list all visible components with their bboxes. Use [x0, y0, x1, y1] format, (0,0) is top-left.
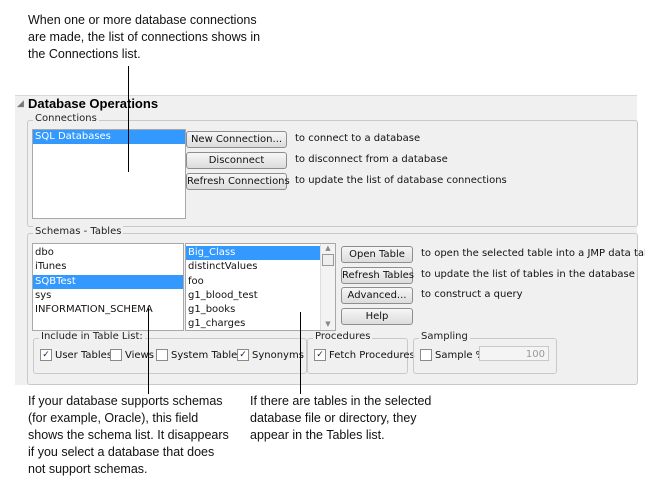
- callout-line-text: If there are tables in the selected: [250, 394, 432, 408]
- scrollbar-thumb[interactable]: [322, 254, 334, 266]
- checkbox-icon: ✓: [314, 349, 326, 361]
- checkbox-label: User Tables: [55, 349, 113, 361]
- include-checkbox-3[interactable]: ✓ Synonyms: [237, 349, 304, 361]
- button-description: to update the list of tables in the data…: [421, 268, 635, 280]
- checkbox-icon: [420, 349, 432, 361]
- table-item[interactable]: foo: [186, 275, 320, 289]
- table-item[interactable]: distinctValues: [186, 260, 320, 274]
- panel-title: Database Operations: [28, 96, 159, 111]
- procedures-label: Procedures: [313, 331, 373, 342]
- checkbox-label: System Tables: [171, 349, 243, 361]
- callout-line: [300, 312, 301, 394]
- checkbox-icon: [110, 349, 122, 361]
- table-button-2[interactable]: Advanced...: [341, 287, 413, 304]
- table-button-1[interactable]: Refresh Tables: [341, 266, 414, 284]
- scrollbar[interactable]: ▲ ▼: [320, 244, 335, 330]
- schemas-list[interactable]: dbo iTunes SQBTest sys INFORMATION_SCHEMA: [32, 243, 184, 331]
- checkbox-icon: [156, 349, 168, 361]
- schema-item[interactable]: SQBTest: [33, 274, 183, 289]
- connection-button-2[interactable]: Refresh Connections: [186, 173, 290, 190]
- button-description: to construct a query: [421, 289, 523, 300]
- checkbox-label: Synonyms: [252, 349, 304, 361]
- connections-label: Connections: [33, 113, 99, 124]
- callout-line-text: the Connections list.: [28, 47, 141, 61]
- checkbox-icon: ✓: [237, 349, 249, 361]
- schema-item[interactable]: INFORMATION_SCHEMA: [33, 303, 183, 317]
- connections-list[interactable]: SQL Databases: [32, 129, 186, 219]
- callout-line: [148, 308, 149, 394]
- schema-item[interactable]: dbo: [33, 246, 183, 260]
- fetch-procedures-checkbox[interactable]: ✓ Fetch Procedures: [314, 349, 415, 361]
- callout-schemas: If your database supports schemas (for ex…: [28, 393, 229, 478]
- button-description: to connect to a database: [295, 133, 421, 144]
- connection-button-1[interactable]: Disconnect: [186, 152, 287, 169]
- callout-line-text: When one or more database connections: [28, 13, 257, 27]
- callout-line-text: appear in the Tables list.: [250, 428, 385, 442]
- checkbox-label: Sample %: [435, 349, 486, 361]
- checkbox-icon: ✓: [40, 349, 52, 361]
- checkbox-label: Views: [125, 349, 154, 361]
- callout-line-text: database file or directory, they: [250, 411, 417, 425]
- callout-line-text: (for example, Oracle), this field: [28, 411, 199, 425]
- table-item[interactable]: g1_blood_test: [186, 289, 320, 303]
- schema-item[interactable]: iTunes: [33, 260, 183, 274]
- table-button-3[interactable]: Help: [341, 307, 413, 325]
- table-button-0[interactable]: Open Table: [341, 246, 413, 263]
- sample-percent-input[interactable]: 100: [479, 346, 549, 361]
- callout-line: [128, 66, 129, 172]
- button-description: to disconnect from a database: [295, 154, 448, 165]
- callout-line-text: If your database supports schemas: [28, 394, 223, 408]
- include-checkbox-0[interactable]: ✓ User Tables: [40, 349, 112, 361]
- list-item[interactable]: SQL Databases: [33, 130, 185, 145]
- schema-item[interactable]: sys: [33, 289, 183, 303]
- table-item[interactable]: Big_Class: [186, 246, 320, 261]
- callout-line-text: not support schemas.: [28, 462, 148, 476]
- sampling-label: Sampling: [419, 331, 470, 342]
- include-label: Include in Table List:: [39, 331, 145, 342]
- button-description: to open the selected table into a JMP da…: [421, 248, 645, 259]
- sample-checkbox[interactable]: Sample %: [420, 349, 485, 361]
- callout-tables: If there are tables in the selected datab…: [250, 393, 431, 444]
- callout-connections: When one or more database connections are…: [28, 12, 260, 63]
- triangle-icon[interactable]: ◢: [17, 99, 24, 109]
- button-description: to update the list of database connectio…: [295, 175, 507, 186]
- callout-line-text: if you select a database that does: [28, 445, 215, 459]
- callout-line-text: are made, the list of connections shows …: [28, 30, 261, 44]
- tables-list[interactable]: ▲ ▼ Big_Class distinctValues foo g1_blood_t…: [185, 243, 336, 331]
- schemas-tables-label: Schemas - Tables: [33, 226, 124, 237]
- include-checkbox-2[interactable]: System Tables: [156, 349, 243, 361]
- callout-line-text: shows the schema list. It disappears: [28, 428, 229, 442]
- connection-button-0[interactable]: New Connection...: [186, 131, 287, 148]
- checkbox-label: Fetch Procedures: [329, 349, 415, 361]
